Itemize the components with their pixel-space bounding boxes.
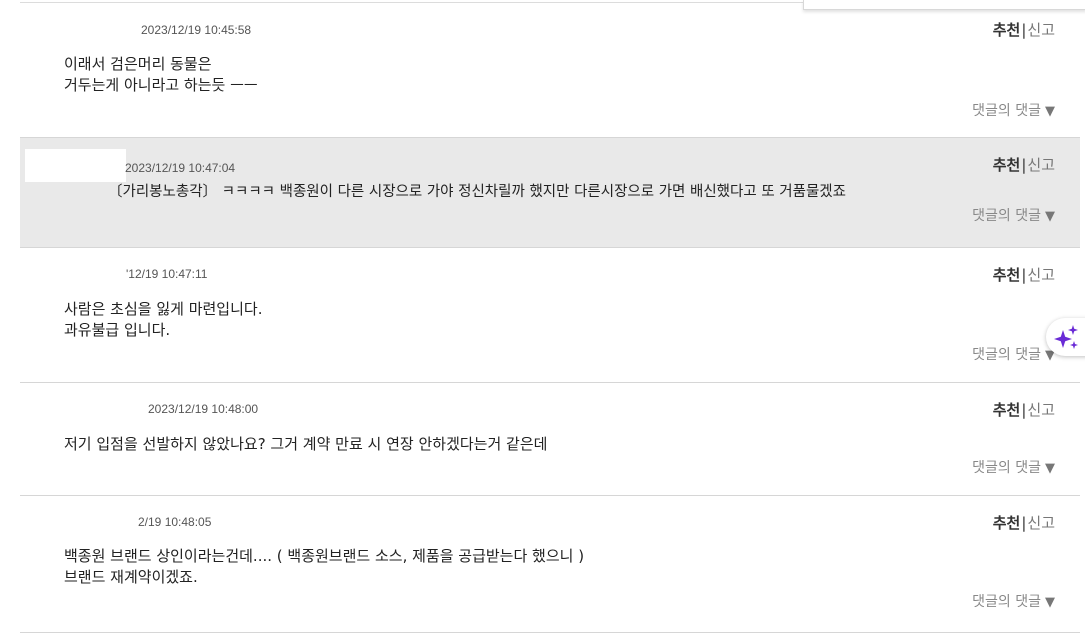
comment-line: 저기 입점을 선발하지 않았나요? 그거 계약 만료 시 연장 안하겠다는거 같… — [64, 435, 548, 453]
reply-toggle-button[interactable]: 댓글의 댓글 ▼ — [972, 100, 1055, 120]
comment-date: '12/19 10:47:11 — [126, 267, 208, 281]
comment-date: 2023/12/19 10:47:04 — [125, 161, 236, 175]
comment-item: 2023/12/19 10:45:58 추천|신고 이래서 검은머리 동물은 거… — [20, 3, 1080, 138]
comment-line: 이래서 검은머리 동물은 — [64, 55, 212, 73]
comment-body: 사람은 초심을 잃게 마련입니다. 과유불급 입니다. — [64, 299, 262, 341]
comment-page: 2023/12/19 10:45:58 추천|신고 이래서 검은머리 동물은 거… — [0, 0, 1085, 635]
comment-item: 2023/12/19 10:48:00 추천|신고 저기 입점을 선발하지 않았… — [20, 383, 1080, 496]
action-separator: | — [1021, 156, 1027, 174]
action-separator: | — [1021, 401, 1027, 419]
triangle-down-icon: ▼ — [1045, 461, 1055, 476]
report-button[interactable]: 신고 — [1027, 21, 1055, 39]
comment-line: 거두는게 아니라고 하는듯 ㅡㅡ — [64, 76, 258, 94]
recommend-button[interactable]: 추천 — [993, 514, 1021, 532]
comment-actions: 추천|신고 — [993, 19, 1055, 40]
reply-toggle-label: 댓글의 댓글 — [972, 208, 1041, 224]
comment-item-highlighted: 2023/12/19 10:47:04 추천|신고 〔가리봉노총각〕 ㅋㅋㅋㅋ … — [20, 138, 1080, 248]
reply-toggle-label: 댓글의 댓글 — [972, 347, 1041, 363]
comment-line: 〔가리봉노총각〕 ㅋㅋㅋㅋ 백종원이 다른 시장으로 가야 정신차릴까 했지만 … — [108, 184, 846, 200]
reply-toggle-button[interactable]: 댓글의 댓글 ▼ — [972, 205, 1055, 225]
triangle-down-icon: ▼ — [1045, 209, 1055, 224]
comment-line: 브랜드 재계약이겠죠. — [64, 568, 198, 586]
reply-toggle-button[interactable]: 댓글의 댓글 ▼ — [972, 344, 1055, 364]
sparkle-icon — [1054, 325, 1078, 349]
comment-body: 백종원 브랜드 상인이라는건데.... ( 백종원브랜드 소스, 제품을 공급받… — [64, 546, 584, 588]
comment-body: 이래서 검은머리 동물은 거두는게 아니라고 하는듯 ㅡㅡ — [64, 54, 258, 96]
comment-date: 2023/12/19 10:48:00 — [148, 402, 259, 416]
report-button[interactable]: 신고 — [1027, 514, 1055, 532]
comment-date: 2023/12/19 10:45:58 — [141, 23, 252, 37]
reply-toggle-label: 댓글의 댓글 — [972, 103, 1041, 119]
triangle-down-icon: ▼ — [1045, 104, 1055, 119]
report-button[interactable]: 신고 — [1027, 156, 1055, 174]
action-separator: | — [1021, 21, 1027, 39]
comment-item: '12/19 10:47:11 추천|신고 사람은 초심을 잃게 마련입니다. … — [20, 248, 1080, 383]
action-separator: | — [1021, 514, 1027, 532]
reply-toggle-button[interactable]: 댓글의 댓글 ▼ — [972, 591, 1055, 611]
recommend-button[interactable]: 추천 — [993, 266, 1021, 284]
comment-line: 백종원 브랜드 상인이라는건데.... ( 백종원브랜드 소스, 제품을 공급받… — [64, 547, 585, 565]
comment-actions: 추천|신고 — [993, 154, 1055, 175]
masked-nickname — [25, 149, 126, 182]
comment-line: 과유불급 입니다. — [64, 321, 171, 339]
action-separator: | — [1021, 266, 1027, 284]
ai-assistant-button[interactable] — [1046, 318, 1085, 356]
comment-actions: 추천|신고 — [993, 264, 1055, 285]
reply-toggle-label: 댓글의 댓글 — [972, 594, 1041, 610]
triangle-down-icon: ▼ — [1045, 595, 1055, 610]
reply-toggle-button[interactable]: 댓글의 댓글 ▼ — [972, 457, 1055, 477]
report-button[interactable]: 신고 — [1027, 266, 1055, 284]
comment-item: 2/19 10:48:05 추천|신고 백종원 브랜드 상인이라는건데.... … — [20, 496, 1080, 633]
comment-date: 2/19 10:48:05 — [138, 515, 212, 529]
recommend-button[interactable]: 추천 — [993, 21, 1021, 39]
recommend-button[interactable]: 추천 — [993, 156, 1021, 174]
comment-body: 〔가리봉노총각〕 ㅋㅋㅋㅋ 백종원이 다른 시장으로 가야 정신차릴까 했지만 … — [108, 182, 846, 203]
recommend-button[interactable]: 추천 — [993, 401, 1021, 419]
comment-actions: 추천|신고 — [993, 512, 1055, 533]
comment-body: 저기 입점을 선발하지 않았나요? 그거 계약 만료 시 연장 안하겠다는거 같… — [64, 434, 547, 455]
comment-line: 사람은 초심을 잃게 마련입니다. — [64, 300, 263, 318]
report-button[interactable]: 신고 — [1027, 401, 1055, 419]
comment-actions: 추천|신고 — [993, 399, 1055, 420]
reply-toggle-label: 댓글의 댓글 — [972, 460, 1041, 476]
